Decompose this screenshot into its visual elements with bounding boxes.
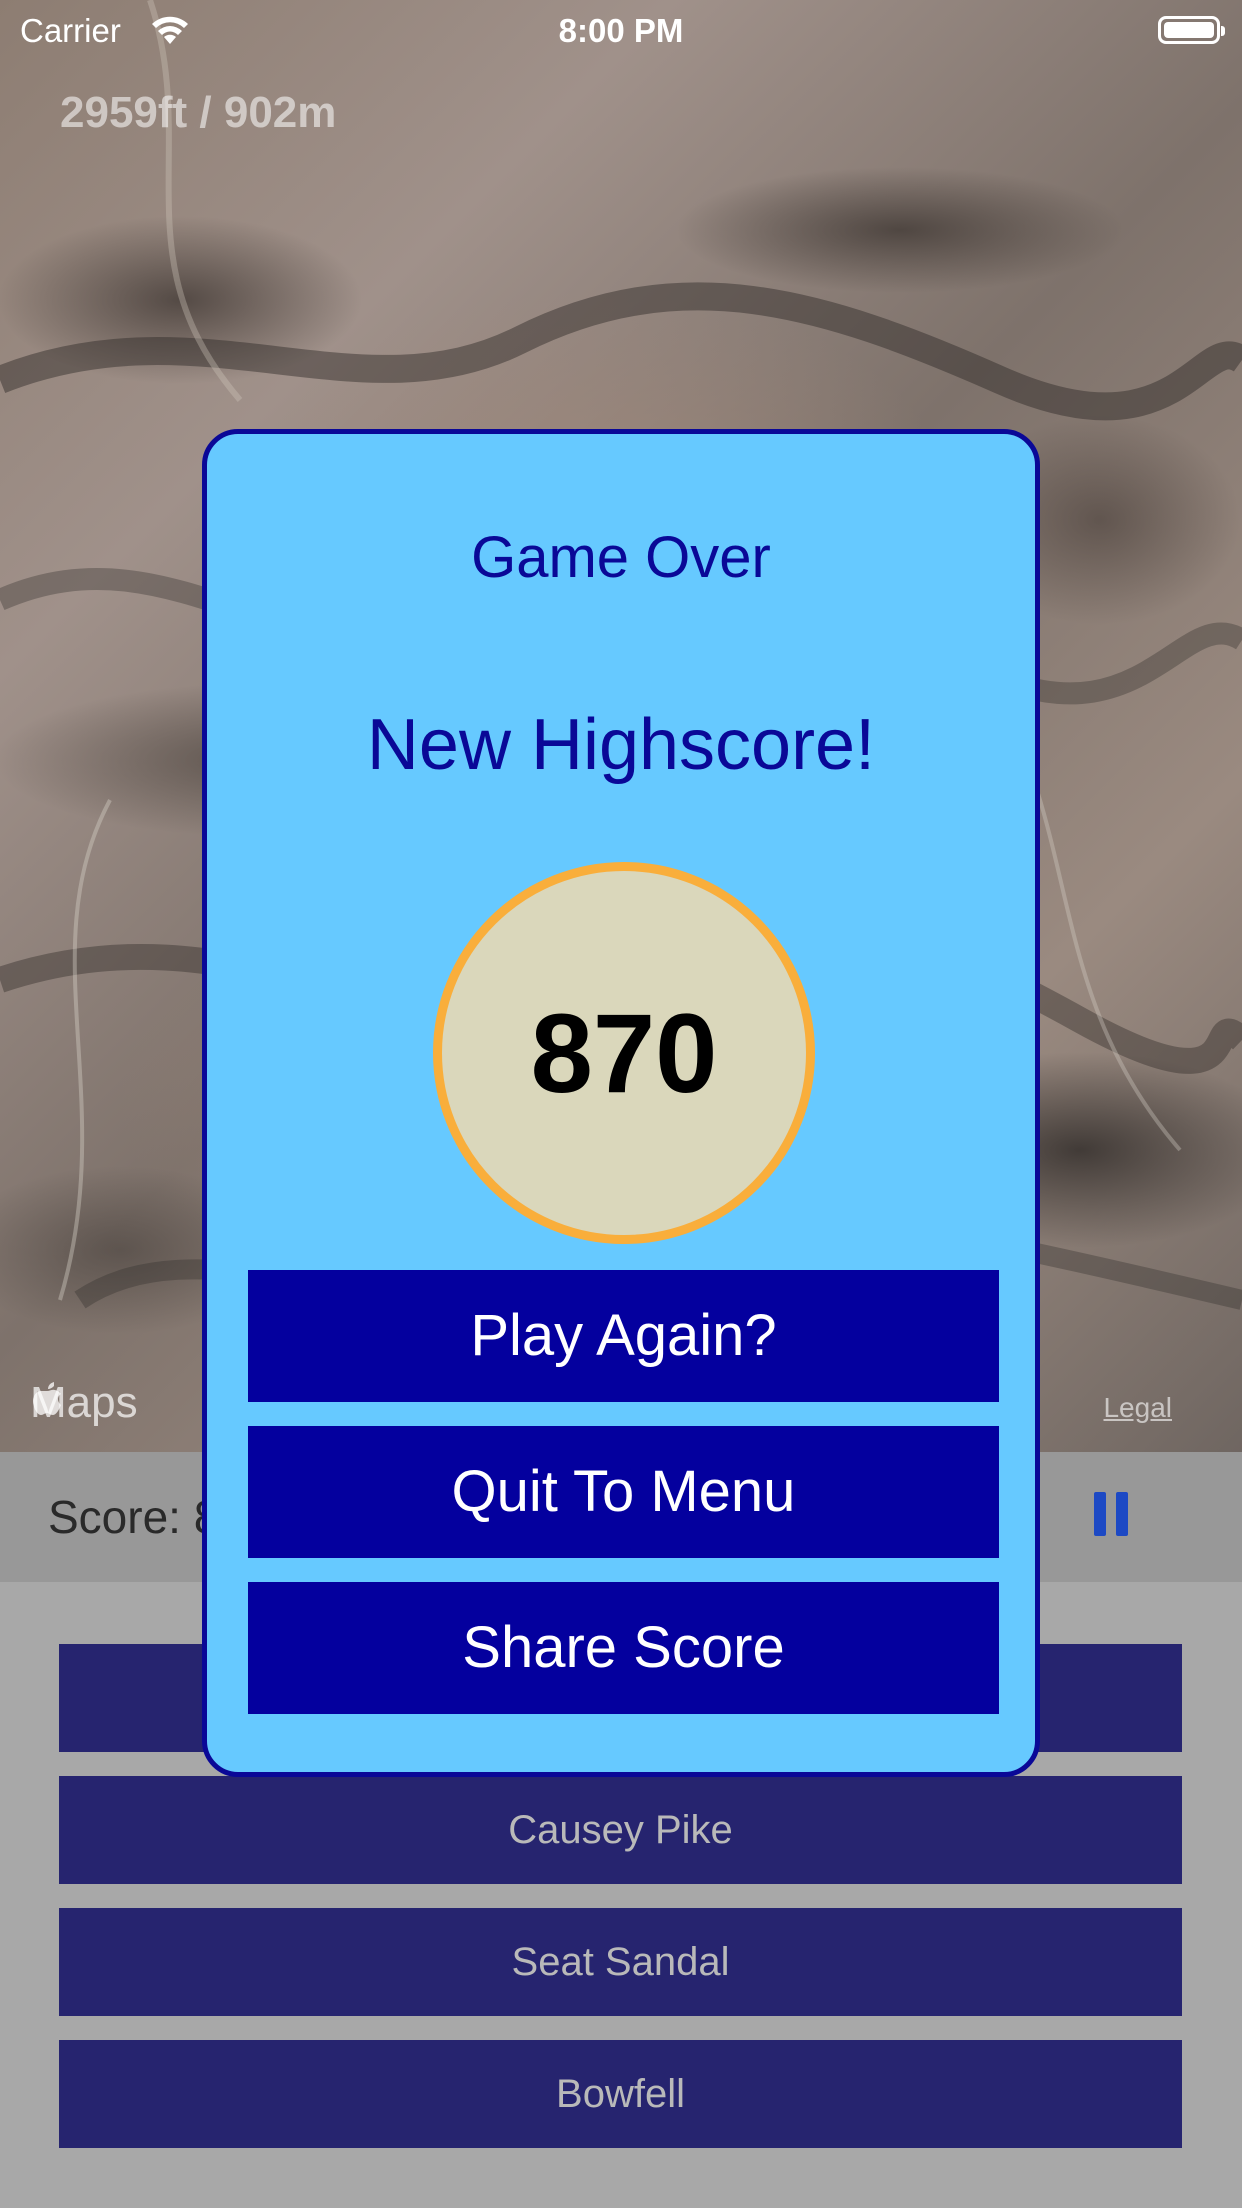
highscore-banner: New Highscore! <box>366 705 876 785</box>
answer-button[interactable]: Seat Sandal <box>59 1908 1182 2016</box>
clock: 8:00 PM <box>558 12 684 49</box>
share-score-button[interactable]: Share Score <box>248 1582 999 1714</box>
maps-attribution: Maps <box>30 1378 138 1428</box>
apple-logo-icon <box>33 1382 61 1415</box>
game-over-dialog: Game Over New Highscore! 870 Play Again?… <box>202 429 1040 1777</box>
final-score-badge: 870 <box>433 862 815 1244</box>
battery-icon <box>1158 16 1225 44</box>
score-label: Score: 8 <box>48 1491 220 1543</box>
answer-button[interactable]: Bowfell <box>59 2040 1182 2148</box>
legal-link[interactable]: Legal <box>1103 1392 1172 1424</box>
status-bar: Carrier 8:00 PM <box>0 0 1242 62</box>
pause-icon[interactable] <box>1094 1492 1130 1536</box>
dialog-title: Game Over <box>471 525 771 590</box>
play-again-button[interactable]: Play Again? <box>248 1270 999 1402</box>
quit-to-menu-button[interactable]: Quit To Menu <box>248 1426 999 1558</box>
final-score-value: 870 <box>530 990 718 1116</box>
altitude-readout: 2959ft / 902m <box>60 88 337 137</box>
answer-button[interactable]: Causey Pike <box>59 1776 1182 1884</box>
